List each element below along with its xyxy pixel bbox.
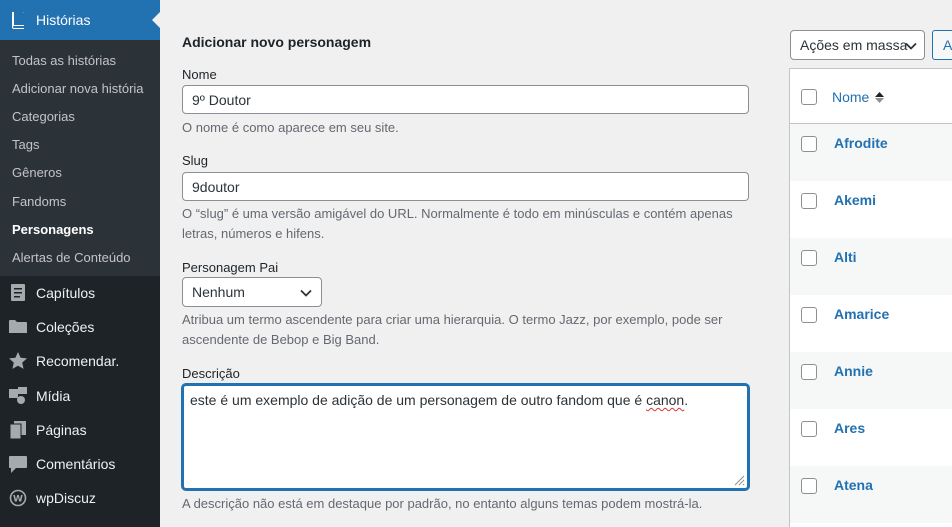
comment-icon <box>9 455 27 473</box>
submenu-tags[interactable]: Tags <box>0 131 160 159</box>
star-icon <box>9 352 27 370</box>
table-row: Afrodite <box>790 124 952 181</box>
bulk-actions-value: Ações em massa <box>800 37 908 53</box>
submenu-generos[interactable]: Gêneros <box>0 159 160 187</box>
menu-historias-label: Histórias <box>36 12 91 28</box>
menu-capitulos-label: Capítulos <box>36 284 96 301</box>
table-row: Alti <box>790 238 952 295</box>
menu-recomendar[interactable]: Recomendar. <box>0 344 160 378</box>
description-text: este é um exemplo de adição de um person… <box>190 392 647 408</box>
characters-table: Nome Afrodite Akemi Alti Amarice Annie A… <box>789 68 952 527</box>
name-help: O nome é como aparece em seu site. <box>182 120 399 135</box>
column-nome-sort[interactable]: Nome <box>832 89 885 105</box>
row-checkbox[interactable] <box>801 421 817 437</box>
sort-icon <box>875 91 885 103</box>
svg-text:W: W <box>13 495 23 505</box>
form-title: Adicionar novo personagem <box>182 34 372 50</box>
pages-icon <box>9 420 27 439</box>
select-all-checkbox[interactable] <box>801 89 817 105</box>
submenu-historias: Todas as histórias Adicionar nova histór… <box>0 40 160 276</box>
admin-sidebar: Histórias Todas as histórias Adicionar n… <box>0 0 160 527</box>
column-nome-label: Nome <box>832 89 870 105</box>
slug-input[interactable]: 9doutor <box>182 172 749 201</box>
slug-label: Slug <box>182 153 209 168</box>
table-row: Amarice <box>790 295 952 352</box>
row-name-link[interactable]: Annie <box>834 363 873 379</box>
row-checkbox[interactable] <box>801 250 817 266</box>
menu-colecoes-label: Coleções <box>36 318 95 335</box>
chevron-down-icon <box>300 289 312 297</box>
menu-wpdiscuz[interactable]: W wpDiscuz <box>0 481 160 515</box>
menu-capitulos[interactable]: Capítulos <box>0 276 160 310</box>
row-checkbox[interactable] <box>801 478 817 494</box>
name-label: Nome <box>182 67 217 82</box>
menu-colecoes[interactable]: Coleções <box>0 310 160 344</box>
document-icon <box>9 284 27 302</box>
row-checkbox[interactable] <box>801 136 817 152</box>
media-icon <box>9 387 27 405</box>
row-name-link[interactable]: Alti <box>834 249 857 265</box>
menu-midia[interactable]: Mídia <box>0 378 160 412</box>
menu-comentarios[interactable]: Comentários <box>0 447 160 481</box>
row-checkbox[interactable] <box>801 364 817 380</box>
menu-midia-label: Mídia <box>36 387 71 404</box>
parent-select-value: Nenhum <box>192 284 245 300</box>
resize-handle-icon[interactable] <box>731 472 745 486</box>
row-name-link[interactable]: Ares <box>834 420 865 436</box>
row-name-link[interactable]: Afrodite <box>834 135 888 151</box>
slug-help: O “slug” é uma versão amigável do URL. N… <box>182 206 733 241</box>
spellcheck-flagged-word: canon <box>646 392 685 408</box>
menu-comentarios-label: Comentários <box>36 456 116 473</box>
apply-button[interactable]: A <box>932 30 952 60</box>
description-text-end: . <box>684 392 689 408</box>
name-input[interactable]: 9º Doutor <box>182 85 749 114</box>
submenu-adicionar-historia[interactable]: Adicionar nova história <box>0 74 160 102</box>
row-name-link[interactable]: Akemi <box>834 192 876 208</box>
submenu-alertas-conteudo[interactable]: Alertas de Conteúdo <box>0 243 160 271</box>
bulk-actions-select[interactable]: Ações em massa <box>790 30 925 60</box>
table-row: Akemi <box>790 181 952 238</box>
wpdiscuz-icon: W <box>9 489 27 507</box>
folder-icon <box>9 318 27 336</box>
menu-paginas[interactable]: Páginas <box>0 413 160 447</box>
row-checkbox[interactable] <box>801 307 817 323</box>
row-name-link[interactable]: Atena <box>834 477 873 493</box>
row-name-link[interactable]: Amarice <box>834 306 889 322</box>
submenu-fandoms[interactable]: Fandoms <box>0 187 160 215</box>
menu-wpdiscuz-label: wpDiscuz <box>36 490 96 507</box>
menu-recomendar-label: Recomendar. <box>36 353 120 370</box>
submenu-categorias[interactable]: Categorias <box>0 102 160 130</box>
table-row: Atena <box>790 466 952 523</box>
submenu-todas-historias[interactable]: Todas as histórias <box>0 46 160 74</box>
table-row: Ares <box>790 409 952 466</box>
menu-paginas-label: Páginas <box>36 421 87 438</box>
chevron-down-icon <box>905 42 917 50</box>
parent-select[interactable]: Nenhum <box>182 277 322 307</box>
submenu-personagens[interactable]: Personagens <box>0 215 160 243</box>
description-textarea[interactable]: este é um exemplo de adição de um person… <box>182 384 749 490</box>
parent-help: Atribua um termo ascendente para criar u… <box>182 312 723 347</box>
menu-historias[interactable]: Histórias <box>0 0 160 40</box>
table-row: Annie <box>790 352 952 409</box>
table-header: Nome <box>790 69 952 124</box>
parent-label: Personagem Pai <box>182 260 279 275</box>
description-label: Descrição <box>182 366 240 381</box>
book-icon <box>9 11 27 29</box>
row-checkbox[interactable] <box>801 193 817 209</box>
description-help: A descrição não está em destaque por pad… <box>182 496 703 511</box>
